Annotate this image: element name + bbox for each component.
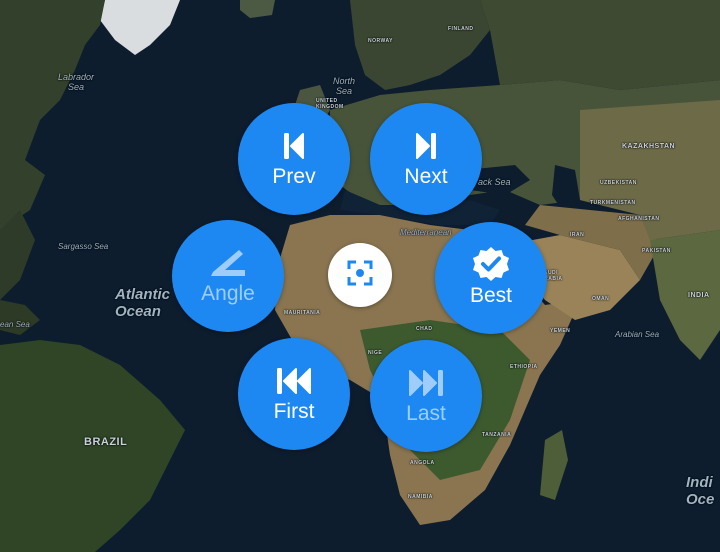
map-label-chad: CHAD [416,326,433,332]
map-label-uzbekistan: UZBEKISTAN [600,180,637,186]
best-label: Best [469,284,513,307]
map-label-ethiopia: ETHIOPIA [510,364,538,370]
map-label-angola: ANGOLA [410,460,435,466]
map-label-namibia: NAMIBIA [408,494,433,500]
next-label: Next [404,165,448,188]
center-focus-button[interactable] [328,243,392,307]
map-label-atlantic-ocean: Atlantic Ocean [115,286,171,320]
map-label-brazil: BRAZIL [84,436,128,448]
skip-to-last-icon [407,366,445,400]
angle-label: Angle [201,282,255,305]
angle-button[interactable]: Angle [172,220,284,332]
skip-next-icon [413,129,439,163]
map-label-finland: FINLAND [448,26,474,32]
map-label-north-sea: North Sea [333,76,356,96]
map-label-sargasso-sea: Sargasso Sea [58,242,109,251]
angle-icon [207,246,249,280]
map-label-norway: NORWAY [368,38,393,44]
map-label-united-kingdom: UNITED KINGDOM [316,98,344,110]
map-label-tanzania: TANZANIA [482,432,512,438]
verified-badge-icon [471,247,511,282]
map-label-yemen: YEMEN [550,328,571,334]
last-button[interactable]: Last [370,340,482,452]
map-label-oman: OMAN [592,296,610,302]
focus-center-icon [346,259,374,292]
prev-button[interactable]: Prev [238,103,350,215]
map-label-mauritania: MAURITANIA [284,310,321,316]
map-label-afghanistan: AFGHANISTAN [618,216,660,222]
map-label-nigeria: NIGE [368,350,383,356]
best-button[interactable]: Best [435,222,547,334]
skip-previous-icon [281,129,307,163]
map-label-black-sea: ack Sea [478,177,511,187]
skip-to-first-icon [275,364,313,398]
first-button[interactable]: First [238,338,350,450]
map-label-mediterranean: Mediterranean [400,228,452,237]
map-label-turkmenistan: TURKMENISTAN [590,200,636,206]
map-label-arabian-sea: Arabian Sea [615,330,660,339]
map-label-iran: IRAN [570,232,585,238]
map-label-labrador-sea: Labrador Sea [58,72,95,92]
map-label-pakistan: PAKISTAN [642,248,671,254]
map-label-india: INDIA [688,292,710,299]
prev-label: Prev [272,165,316,188]
map-label-ocean-left: ean Sea [0,320,30,329]
first-label: First [273,400,315,423]
map-label-indian-ocean: Indi Oce [686,474,715,508]
map-label-kazakhstan: KAZAKHSTAN [622,143,676,150]
last-label: Last [406,402,446,425]
next-button[interactable]: Next [370,103,482,215]
